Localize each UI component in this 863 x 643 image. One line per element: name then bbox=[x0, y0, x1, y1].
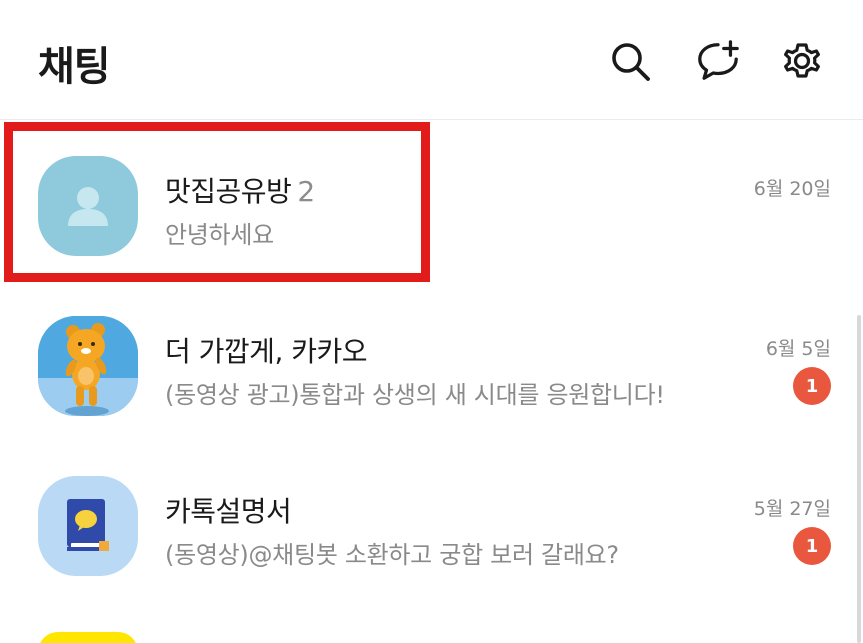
chat-room-name: 카톡설명서 bbox=[165, 495, 292, 528]
unread-badge: 1 bbox=[793, 367, 831, 405]
member-count: 2 bbox=[297, 175, 315, 208]
chat-room-item[interactable]: 더 가깝게, 카카오 (동영상 광고)통합과 상생의 새 시대를 응원합니다! … bbox=[0, 282, 863, 442]
chat-list-screen: 채팅 맛집공유방 2 안녕하세요 6월 20일 더 가깝게, 카카오 (동영상 … bbox=[0, 0, 863, 643]
page-title: 채팅 bbox=[38, 44, 111, 90]
header: 채팅 bbox=[0, 0, 863, 120]
guide-book-icon bbox=[38, 476, 138, 576]
chat-room-name: 맛집공유방 2 bbox=[165, 170, 315, 210]
chat-room-title: 맛집공유방 bbox=[165, 175, 292, 208]
settings-icon[interactable] bbox=[779, 38, 825, 84]
chat-room-item-partial-avatar[interactable] bbox=[38, 632, 138, 643]
last-message-preview: (동영상)@채팅봇 소환하고 궁합 보러 갈래요? bbox=[165, 541, 619, 569]
default-profile-icon bbox=[38, 156, 138, 256]
search-icon[interactable] bbox=[607, 38, 653, 84]
last-message-date: 6월 5일 bbox=[765, 338, 831, 360]
new-chat-icon[interactable] bbox=[695, 38, 741, 84]
last-message-date: 6월 20일 bbox=[753, 178, 831, 200]
last-message-preview: 안녕하세요 bbox=[165, 221, 274, 249]
last-message-preview: (동영상 광고)통합과 상생의 새 시대를 응원합니다! bbox=[165, 381, 665, 409]
last-message-date: 5월 27일 bbox=[753, 498, 831, 520]
chat-room-item[interactable]: 카톡설명서 (동영상)@채팅봇 소환하고 궁합 보러 갈래요? 5월 27일 1 bbox=[0, 442, 863, 602]
scrollbar[interactable] bbox=[857, 315, 861, 643]
chat-room-name: 더 가깝게, 카카오 bbox=[165, 335, 368, 368]
ryan-character-icon bbox=[38, 316, 138, 416]
chat-room-item[interactable]: 맛집공유방 2 안녕하세요 6월 20일 bbox=[0, 122, 863, 282]
unread-badge: 1 bbox=[793, 527, 831, 565]
